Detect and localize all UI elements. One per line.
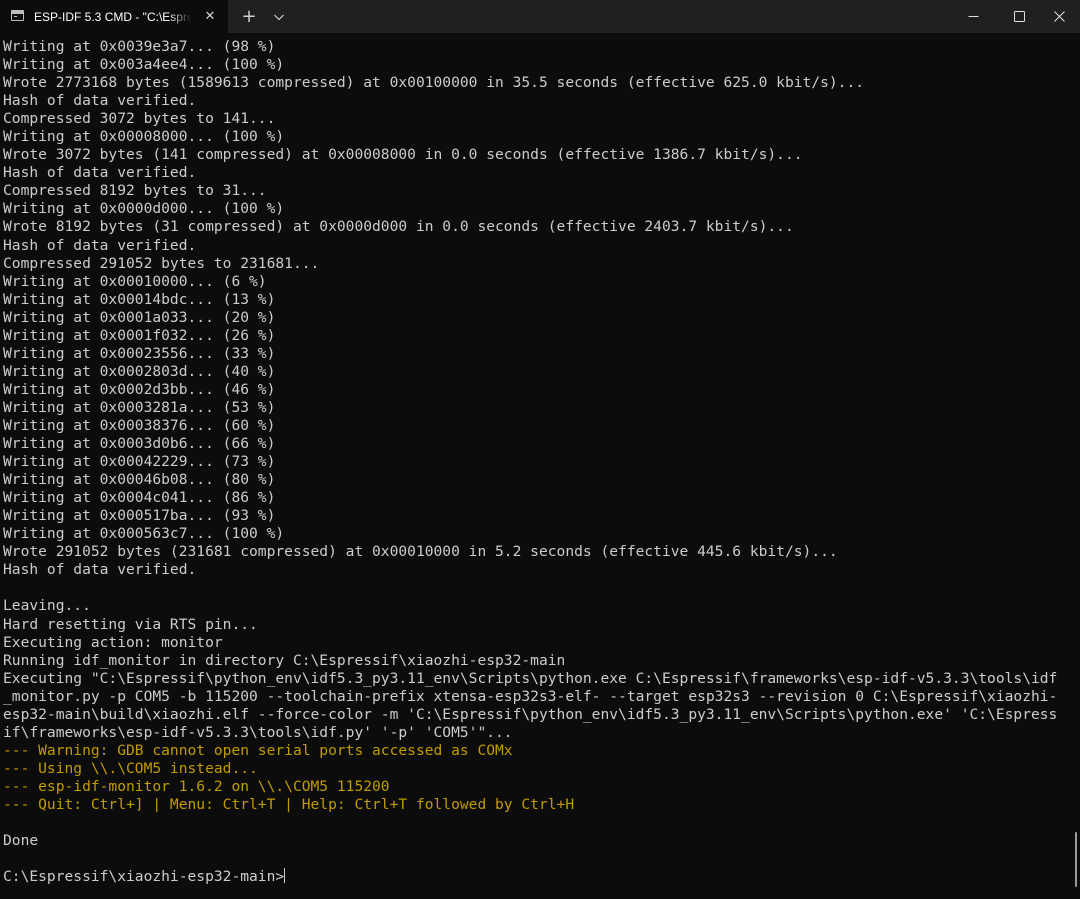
- terminal-line: Hash of data verified.: [3, 236, 197, 254]
- terminal-line: Compressed 3072 bytes to 141...: [3, 110, 276, 128]
- terminal-line: Writing at 0x00014bdc... (13 %): [3, 290, 276, 308]
- maximize-icon: [1014, 11, 1025, 22]
- command-prompt-line[interactable]: C:\Espressif\xiaozhi-esp32-main>: [3, 868, 1071, 886]
- terminal-line: Executing "C:\Espressif\python_env\idf5.…: [3, 669, 1058, 687]
- terminal-line: Writing at 0x00023556... (33 %): [3, 344, 276, 362]
- terminal-line: Writing at 0x00008000... (100 %): [3, 128, 285, 146]
- terminal-line: _monitor.py -p COM5 -b 115200 --toolchai…: [3, 687, 1058, 705]
- minimize-button[interactable]: [950, 0, 996, 33]
- terminal-line: Writing at 0x0003281a... (53 %): [3, 398, 276, 416]
- terminal-output[interactable]: Writing at 0x0039e3a7... (98 %) Writing a…: [3, 38, 1071, 896]
- terminal-line: Writing at 0x0001f032... (26 %): [3, 326, 276, 344]
- terminal-line: Hash of data verified.: [3, 92, 197, 110]
- terminal-line: --- esp-idf-monitor 1.6.2 on \\.\COM5 11…: [3, 777, 390, 795]
- terminal-line: Writing at 0x0004c041... (86 %): [3, 489, 276, 507]
- terminal-line: Wrote 3072 bytes (141 compressed) at 0x0…: [3, 146, 803, 164]
- terminal-line: Writing at 0x000517ba... (93 %): [3, 507, 276, 525]
- terminal-line: Writing at 0x0002803d... (40 %): [3, 362, 276, 380]
- terminal-line: Writing at 0x0003d0b6... (66 %): [3, 435, 276, 453]
- scrollbar-thumb[interactable]: [1075, 832, 1077, 887]
- terminal-line: Compressed 8192 bytes to 31...: [3, 182, 267, 200]
- text-cursor: [284, 868, 286, 884]
- terminal-line: Wrote 291052 bytes (231681 compressed) a…: [3, 543, 838, 561]
- terminal-line: --- Warning: GDB cannot open serial port…: [3, 741, 513, 759]
- terminal-line: Hash of data verified.: [3, 164, 197, 182]
- terminal-line: Wrote 8192 bytes (31 compressed) at 0x00…: [3, 218, 794, 236]
- terminal-line: Writing at 0x003a4ee4... (100 %): [3, 56, 285, 74]
- terminal-line: Writing at 0x00010000... (6 %): [3, 272, 267, 290]
- minimize-icon: [968, 16, 979, 17]
- terminal-line: Writing at 0x000563c7... (100 %): [3, 525, 285, 543]
- new-tab-button[interactable]: +: [238, 6, 260, 28]
- terminal-line: --- Using \\.\COM5 instead...: [3, 759, 258, 777]
- tab-title: ESP-IDF 5.3 CMD - "C:\Espressif\xiaozhi-…: [34, 10, 192, 24]
- terminal-line: Writing at 0x0000d000... (100 %): [3, 200, 285, 218]
- chevron-down-icon: [274, 14, 284, 21]
- close-icon[interactable]: ✕: [200, 7, 220, 27]
- close-window-icon: [1054, 11, 1065, 22]
- terminal-line: Writing at 0x00046b08... (80 %): [3, 471, 276, 489]
- close-window-button[interactable]: [1036, 0, 1080, 33]
- terminal-line: Writing at 0x0002d3bb... (46 %): [3, 380, 276, 398]
- tab-esp-idf-cmd[interactable]: ESP-IDF 5.3 CMD - "C:\Espressif\xiaozhi-…: [0, 0, 228, 33]
- terminal-line: Writing at 0x00038376... (60 %): [3, 416, 276, 434]
- terminal-line: --- Quit: Ctrl+] | Menu: Ctrl+T | Help: …: [3, 795, 575, 813]
- terminal-line: Wrote 2773168 bytes (1589613 compressed)…: [3, 74, 865, 92]
- terminal-line: esp32-main\build\xiaozhi.elf --force-col…: [3, 705, 1058, 723]
- terminal-line: Writing at 0x00042229... (73 %): [3, 453, 276, 471]
- tab-dropdown-button[interactable]: [268, 6, 290, 28]
- terminal-line: Writing at 0x0039e3a7... (98 %): [3, 38, 276, 55]
- terminal-line: Hash of data verified.: [3, 561, 197, 579]
- terminal-line: Executing action: monitor: [3, 633, 223, 651]
- terminal-line: Compressed 291052 bytes to 231681...: [3, 254, 320, 272]
- terminal-line: Running idf_monitor in directory C:\Espr…: [3, 651, 566, 669]
- terminal-line: Done: [3, 832, 39, 850]
- terminal-line: Writing at 0x0001a033... (20 %): [3, 308, 276, 326]
- terminal-line: if\frameworks\esp-idf-v5.3.3\tools\idf.p…: [3, 723, 513, 741]
- title-bar: ESP-IDF 5.3 CMD - "C:\Espressif\xiaozhi-…: [0, 0, 1080, 33]
- terminal-line: Leaving...: [3, 597, 91, 615]
- terminal-icon: [11, 10, 24, 21]
- terminal-line: Hard resetting via RTS pin...: [3, 615, 258, 633]
- command-prompt: C:\Espressif\xiaozhi-esp32-main>: [3, 868, 285, 886]
- terminal-window: ESP-IDF 5.3 CMD - "C:\Espressif\xiaozhi-…: [0, 0, 1080, 899]
